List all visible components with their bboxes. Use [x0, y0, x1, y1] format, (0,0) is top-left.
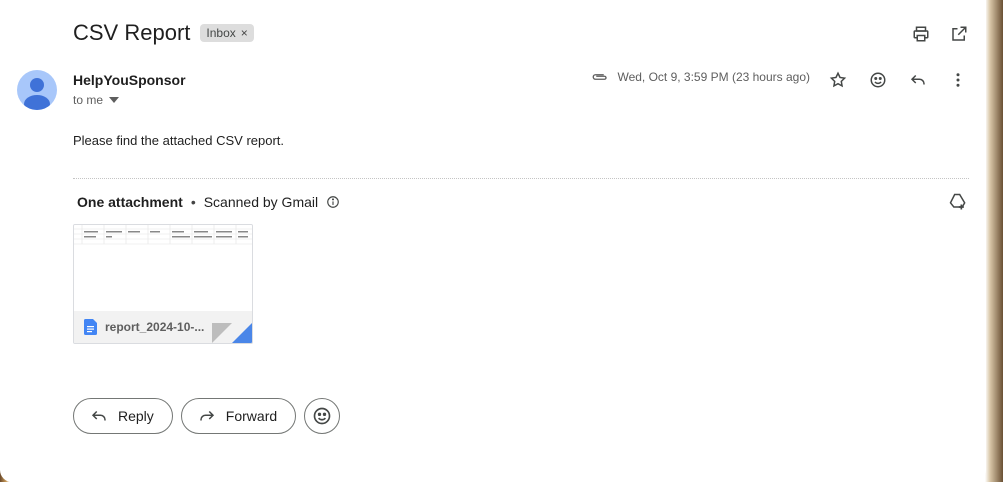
remove-label-icon[interactable]: ×	[241, 26, 248, 40]
reply-icon	[91, 410, 106, 421]
reply-icon[interactable]	[908, 70, 928, 90]
label-text: Inbox	[206, 26, 236, 40]
sender-name[interactable]: HelpYouSponsor	[73, 72, 186, 88]
attachment-preview	[74, 225, 252, 311]
thread-toolbar	[911, 24, 969, 44]
info-icon[interactable]	[326, 195, 340, 209]
subject-row: CSV Report Inbox ×	[73, 20, 254, 46]
print-icon[interactable]	[911, 24, 931, 44]
page-fold-corner	[232, 323, 252, 343]
message-meta: Wed, Oct 9, 3:59 PM (23 hours ago)	[591, 70, 810, 84]
attachment-count: One attachment	[77, 194, 183, 210]
forward-icon	[200, 410, 214, 421]
message-body: Please find the attached CSV report.	[73, 133, 285, 148]
forward-label: Forward	[225, 408, 278, 424]
chevron-down-icon	[109, 97, 120, 103]
inbox-label-chip[interactable]: Inbox ×	[200, 24, 254, 42]
email-subject: CSV Report	[73, 20, 191, 45]
attachment-filename: report_2024-10-...	[105, 320, 205, 334]
attachment-header: One attachment • Scanned by Gmail	[77, 194, 340, 210]
more-vert-icon[interactable]	[948, 70, 968, 90]
react-emoji-button[interactable]	[304, 398, 341, 434]
recipients-toggle[interactable]: to me	[73, 93, 120, 107]
reply-button[interactable]: Reply	[73, 398, 173, 434]
star-icon[interactable]	[828, 70, 848, 90]
open-in-new-window-icon[interactable]	[949, 24, 969, 44]
forward-button[interactable]: Forward	[180, 398, 297, 434]
emoji-icon[interactable]	[868, 70, 888, 90]
avatar	[17, 70, 57, 110]
reply-label: Reply	[118, 408, 154, 424]
separator-dot: •	[190, 194, 196, 210]
emoji-icon	[313, 407, 331, 425]
reply-actions: Reply Forward	[73, 398, 341, 434]
email-card: CSV Report Inbox × HelpYouSponsor to me	[0, 0, 986, 482]
attachment-card[interactable]: report_2024-10-...	[73, 224, 253, 344]
paperclip-icon	[593, 74, 608, 80]
scanned-text: Scanned by Gmail	[203, 194, 319, 210]
spreadsheet-preview-image	[74, 225, 252, 245]
document-icon	[84, 319, 97, 335]
page-fold-shadow	[212, 323, 232, 343]
message-actions	[828, 70, 968, 90]
add-to-drive-icon[interactable]	[948, 192, 968, 212]
message-date: Wed, Oct 9, 3:59 PM (23 hours ago)	[617, 70, 810, 84]
attachment-divider	[73, 178, 969, 179]
recipients-text: to me	[73, 93, 104, 107]
